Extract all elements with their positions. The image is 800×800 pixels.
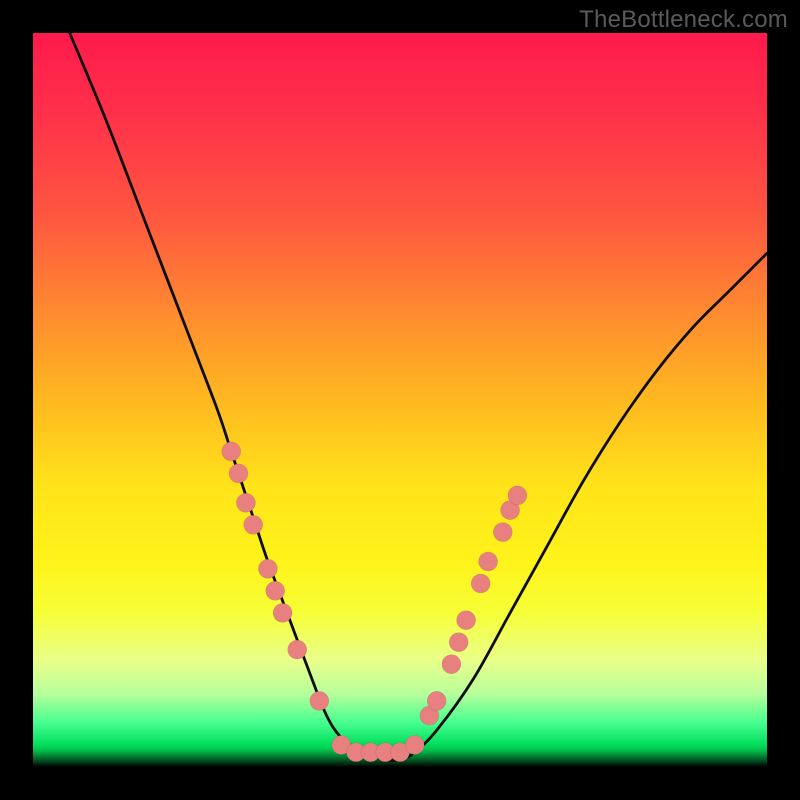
marker-dot [471, 574, 490, 593]
marker-dot [310, 691, 329, 710]
marker-dot [273, 603, 292, 622]
marker-dot [244, 515, 263, 534]
plot-area [33, 33, 767, 767]
chart-frame: TheBottleneck.com [0, 0, 800, 800]
marker-dot [457, 611, 476, 630]
marker-dot [258, 559, 277, 578]
marker-dot [493, 523, 512, 542]
marker-dot [222, 442, 241, 461]
marker-dot [479, 552, 498, 571]
marker-dot [236, 493, 255, 512]
marker-dot [405, 736, 424, 755]
marker-dot [508, 486, 527, 505]
marker-dot [442, 655, 461, 674]
marker-dot [266, 581, 285, 600]
marker-dot [449, 633, 468, 652]
curve-svg [33, 33, 767, 767]
watermark-text: TheBottleneck.com [579, 6, 788, 34]
bottleneck-curve [70, 33, 767, 761]
marker-dots [222, 442, 527, 762]
marker-dot [288, 640, 307, 659]
marker-dot [229, 464, 248, 483]
marker-dot [427, 691, 446, 710]
